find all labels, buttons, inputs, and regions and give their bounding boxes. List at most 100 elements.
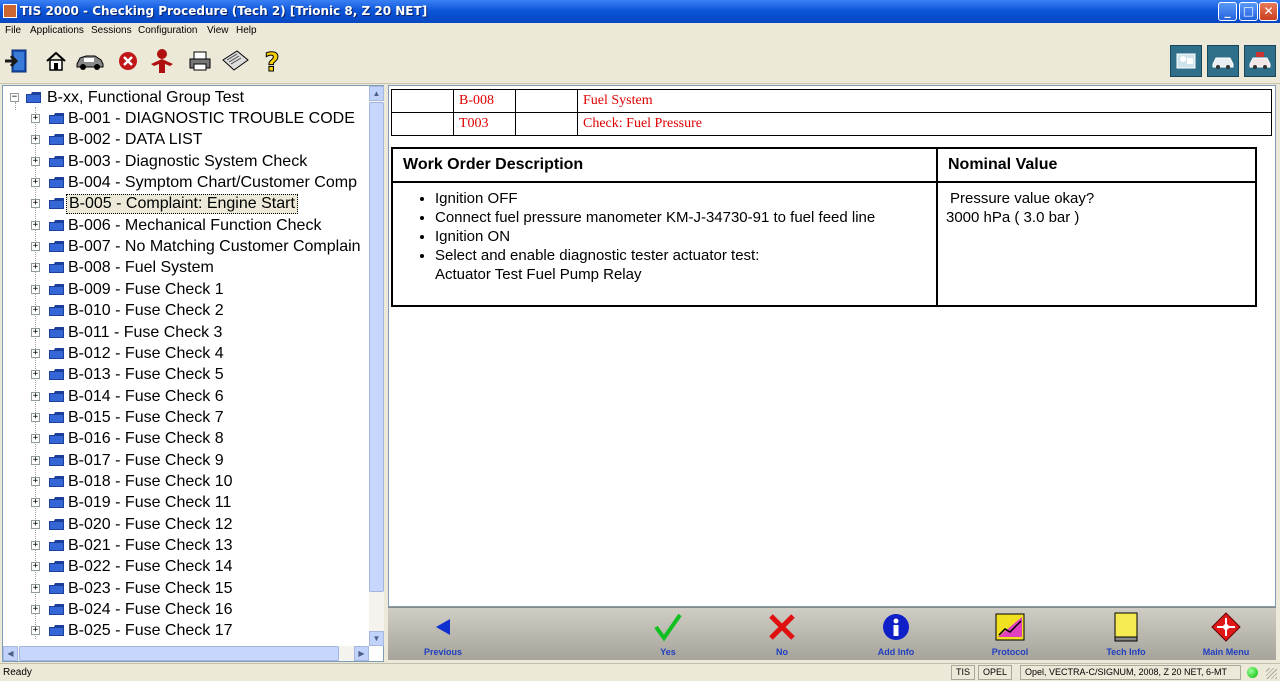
tree-horizontal-scrollbar[interactable]: ◀ ▶ xyxy=(3,646,369,661)
close-button[interactable]: ✕ xyxy=(1259,2,1278,21)
tree-item[interactable]: + B-016 - Fuse Check 8 xyxy=(3,428,369,449)
header-title: Fuel System xyxy=(577,89,1272,113)
expand-toggle[interactable]: + xyxy=(31,391,40,401)
tree-item[interactable]: + B-004 - Symptom Chart/Customer Comp xyxy=(3,172,369,193)
tree-item[interactable]: + B-023 - Fuse Check 15 xyxy=(3,578,369,599)
help-icon[interactable]: ? xyxy=(257,46,287,76)
menu-configuration[interactable]: Configuration xyxy=(138,25,197,36)
expand-toggle[interactable]: + xyxy=(31,156,40,166)
tree-item[interactable]: + B-001 - DIAGNOSTIC TROUBLE CODE xyxy=(3,108,369,129)
tree-root-node[interactable]: − B-xx, Functional Group Test xyxy=(3,87,369,108)
tree-item[interactable]: + B-010 - Fuse Check 2 xyxy=(3,300,369,321)
functional-group-tree[interactable]: − B-xx, Functional Group Test + B-001 - D… xyxy=(2,85,384,662)
vehicle-diagnostic-icon[interactable] xyxy=(1207,45,1239,77)
expand-toggle[interactable]: + xyxy=(31,242,40,252)
expand-toggle[interactable]: + xyxy=(31,583,40,593)
car-data-icon[interactable] xyxy=(1244,45,1276,77)
menu-sessions[interactable]: Sessions xyxy=(91,25,132,36)
tree-item-label: B-024 - Fuse Check 16 xyxy=(68,601,233,619)
menu-file[interactable]: File xyxy=(5,25,21,36)
tree-item[interactable]: + B-007 - No Matching Customer Complain xyxy=(3,236,369,257)
protocol-button[interactable]: Protocol xyxy=(970,608,1050,661)
expand-toggle[interactable]: + xyxy=(31,284,40,294)
expand-toggle[interactable]: + xyxy=(31,498,40,508)
scroll-left-arrow[interactable]: ◀ xyxy=(3,646,18,661)
expand-toggle[interactable]: + xyxy=(31,263,40,273)
menu-view[interactable]: View xyxy=(207,25,229,36)
vehicle-icon[interactable] xyxy=(75,46,105,76)
tree-list: − B-xx, Functional Group Test + B-001 - D… xyxy=(3,86,369,646)
expand-toggle[interactable]: + xyxy=(31,327,40,337)
tree-item[interactable]: + B-002 - DATA LIST xyxy=(3,129,369,150)
folder-icon xyxy=(49,518,64,530)
tree-item[interactable]: + B-020 - Fuse Check 12 xyxy=(3,514,369,535)
tree-item[interactable]: + B-008 - Fuel System xyxy=(3,257,369,278)
tree-item[interactable]: + B-021 - Fuse Check 13 xyxy=(3,535,369,556)
menu-applications[interactable]: Applications xyxy=(30,25,84,36)
expand-toggle[interactable]: + xyxy=(31,135,40,145)
expand-toggle[interactable]: + xyxy=(31,605,40,615)
tree-item[interactable]: + B-022 - Fuse Check 14 xyxy=(3,556,369,577)
expand-toggle[interactable]: + xyxy=(31,541,40,550)
expand-toggle[interactable]: + xyxy=(31,199,40,209)
no-button[interactable]: No xyxy=(742,608,822,661)
yes-button[interactable]: Yes xyxy=(628,608,708,661)
menu-help[interactable]: Help xyxy=(236,25,257,36)
nominal-value-cell: Pressure value okay? 3000 hPa ( 3.0 bar … xyxy=(936,181,1257,307)
expand-toggle[interactable]: + xyxy=(31,306,40,316)
expand-toggle[interactable]: + xyxy=(31,455,40,465)
user-icon[interactable] xyxy=(147,46,177,76)
tree-item[interactable]: + B-014 - Fuse Check 6 xyxy=(3,386,369,407)
tree-item[interactable]: + B-018 - Fuse Check 10 xyxy=(3,471,369,492)
expand-toggle[interactable]: + xyxy=(31,412,40,422)
tree-item[interactable]: + B-009 - Fuse Check 1 xyxy=(3,279,369,300)
tree-item[interactable]: + B-006 - Mechanical Function Check xyxy=(3,215,369,236)
expand-toggle[interactable]: + xyxy=(31,348,40,358)
exit-icon[interactable] xyxy=(2,46,32,76)
tree-item[interactable]: + B-003 - Diagnostic System Check xyxy=(3,151,369,172)
tree-vertical-scrollbar[interactable]: ▲ ▼ xyxy=(369,86,384,646)
expand-toggle[interactable]: + xyxy=(31,626,40,636)
info-icon xyxy=(881,612,911,642)
folder-icon xyxy=(49,540,64,551)
scroll-up-arrow[interactable]: ▲ xyxy=(369,86,384,101)
maximize-button[interactable]: □ xyxy=(1239,2,1258,21)
tree-item[interactable]: + B-017 - Fuse Check 9 xyxy=(3,450,369,471)
home-icon[interactable] xyxy=(41,46,71,76)
expand-toggle[interactable]: + xyxy=(31,476,40,486)
tree-item-label: B-007 - No Matching Customer Complain xyxy=(68,238,361,256)
collapse-toggle[interactable]: − xyxy=(10,93,19,102)
resize-grip[interactable] xyxy=(1266,668,1277,679)
step-item: Ignition ON xyxy=(435,227,928,246)
expand-toggle[interactable]: + xyxy=(31,434,40,444)
expand-toggle[interactable]: + xyxy=(31,370,40,380)
expand-toggle[interactable]: + xyxy=(31,519,40,529)
main-menu-button[interactable]: Main Menu xyxy=(1186,608,1266,661)
tree-item[interactable]: + B-013 - Fuse Check 5 xyxy=(3,364,369,385)
tree-item[interactable]: + B-025 - Fuse Check 17 xyxy=(3,620,369,641)
tree-item[interactable]: + B-005 - Complaint: Engine Start xyxy=(3,193,369,215)
expand-toggle[interactable]: + xyxy=(31,178,40,188)
tree-item[interactable]: + B-024 - Fuse Check 16 xyxy=(3,599,369,620)
expand-toggle[interactable]: + xyxy=(31,114,40,123)
previous-button[interactable]: Previous xyxy=(403,608,483,661)
scroll-thumb[interactable] xyxy=(369,102,384,592)
tech-info-button[interactable]: Tech Info xyxy=(1086,608,1166,661)
hscroll-thumb[interactable] xyxy=(19,646,339,661)
stop-icon[interactable] xyxy=(113,46,143,76)
notepad-icon[interactable] xyxy=(220,46,250,76)
checking-procedure-content: B-008 Fuel System T003 Check: Fuel Press… xyxy=(388,85,1276,607)
scroll-right-arrow[interactable]: ▶ xyxy=(354,646,369,661)
tree-item[interactable]: + B-011 - Fuse Check 3 xyxy=(3,322,369,343)
expand-toggle[interactable]: + xyxy=(31,562,40,572)
technician-icon[interactable] xyxy=(1170,45,1202,77)
expand-toggle[interactable]: + xyxy=(31,220,40,230)
print-icon[interactable] xyxy=(185,46,215,76)
minimize-button[interactable]: _ xyxy=(1218,2,1237,21)
add-info-button[interactable]: Add Info xyxy=(856,608,936,661)
tree-item[interactable]: + B-019 - Fuse Check 11 xyxy=(3,492,369,513)
yes-checkmark-icon xyxy=(653,612,683,642)
tree-item[interactable]: + B-012 - Fuse Check 4 xyxy=(3,343,369,364)
tree-item[interactable]: + B-015 - Fuse Check 7 xyxy=(3,407,369,428)
scroll-down-arrow[interactable]: ▼ xyxy=(369,631,384,646)
